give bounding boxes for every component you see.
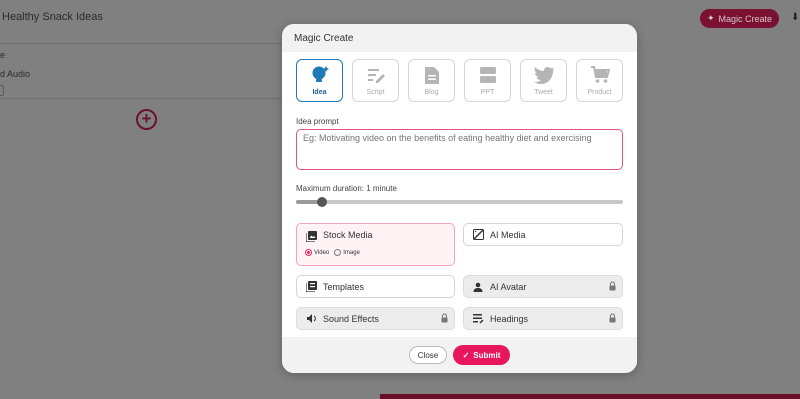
divider (0, 43, 283, 44)
submit-button[interactable]: ✓ Submit (453, 345, 510, 365)
headings-icon (472, 313, 484, 325)
ai-avatar-option[interactable]: AI Avatar (463, 275, 623, 298)
lock-icon (609, 313, 616, 324)
image-stack-icon (305, 230, 317, 242)
audio-label: d Audio (0, 69, 31, 79)
duration-slider[interactable] (296, 197, 623, 207)
stock-media-label: Stock Media (323, 230, 373, 240)
headings-option[interactable]: Headings (463, 307, 623, 330)
type-label: Tweet (534, 89, 553, 96)
type-label: Script (366, 89, 385, 96)
type-ppt[interactable]: PPT (464, 59, 511, 102)
type-label: Product (587, 89, 612, 96)
document-icon (421, 65, 443, 85)
sound-effects-label: Sound Effects (323, 313, 379, 324)
divider (0, 98, 283, 99)
sound-effects-option[interactable]: Sound Effects (296, 307, 455, 330)
content-type-selector: Idea Script Blog PPT Tweet Product (296, 59, 623, 102)
video-radio-label: Video (314, 249, 330, 256)
templates-label: Templates (323, 281, 365, 292)
submit-label: Submit (473, 350, 501, 360)
type-label: PPT (480, 89, 495, 96)
duration-label: Maximum duration: 1 minute (296, 184, 397, 193)
slides-icon (477, 65, 499, 85)
check-icon: ✓ (462, 350, 470, 360)
row-label: e (0, 50, 6, 60)
modal-footer: Close ✓ Submit (282, 337, 637, 373)
image-radio-label: Image (343, 249, 360, 256)
type-tweet[interactable]: Tweet (520, 59, 567, 102)
add-scene-icon[interactable]: + (136, 109, 157, 130)
person-icon (472, 281, 484, 293)
slider-thumb[interactable] (317, 197, 328, 207)
modal-title: Magic Create (294, 32, 354, 44)
lightbulb-sparkle-icon (309, 65, 331, 85)
type-product[interactable]: Product (576, 59, 623, 102)
speaker-icon (305, 313, 317, 325)
sparkle-icon: ✦ (706, 13, 715, 23)
magic-create-label: Magic Create (718, 13, 773, 24)
project-title: Healthy Snack Ideas (2, 11, 103, 23)
audio-checkbox[interactable] (0, 85, 4, 96)
lock-icon (609, 281, 616, 292)
radio-dot (334, 249, 342, 256)
type-blog[interactable]: Blog (408, 59, 455, 102)
templates-option[interactable]: Templates (296, 275, 455, 298)
type-label: Blog (424, 89, 439, 96)
prompt-label: Idea prompt (296, 117, 339, 126)
bottom-bar (380, 394, 800, 399)
script-pen-icon (365, 65, 387, 85)
lock-icon (441, 313, 448, 324)
headings-label: Headings (490, 313, 529, 324)
type-idea[interactable]: Idea (296, 59, 343, 102)
type-label: Idea (312, 89, 327, 96)
bird-icon (533, 65, 555, 85)
close-button[interactable]: Close (409, 346, 447, 364)
ai-avatar-label: AI Avatar (490, 281, 527, 292)
idea-prompt-input[interactable] (296, 129, 623, 170)
ai-image-icon (472, 229, 484, 241)
radio-dot (305, 249, 312, 256)
stock-media-type: Video Image (305, 249, 360, 256)
type-script[interactable]: Script (352, 59, 399, 102)
download-icon[interactable]: ⬇ (791, 12, 799, 23)
modal-header: Magic Create (282, 24, 637, 52)
magic-create-button[interactable]: ✦ Magic Create (700, 9, 779, 28)
stock-media-option[interactable]: Stock Media Video Image (296, 223, 455, 266)
image-radio[interactable]: Image (334, 249, 360, 256)
ai-media-label: AI Media (490, 229, 526, 240)
ai-media-option[interactable]: AI Media (463, 223, 623, 246)
magic-create-modal: Magic Create Idea Script Blog PPT Tweet … (282, 24, 637, 373)
cart-icon (589, 65, 611, 85)
video-radio[interactable]: Video (305, 249, 329, 256)
templates-icon (305, 281, 317, 293)
